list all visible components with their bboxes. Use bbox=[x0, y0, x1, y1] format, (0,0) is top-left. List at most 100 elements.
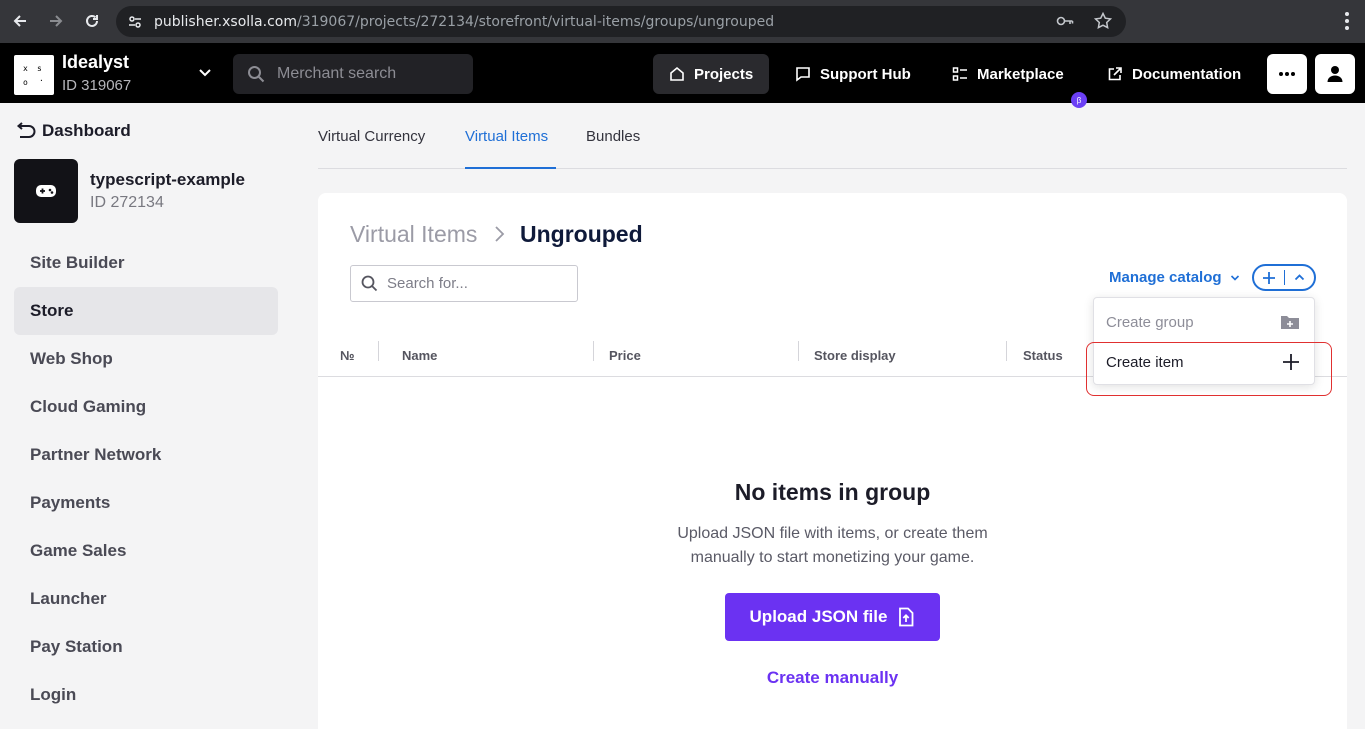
gamepad-icon bbox=[36, 185, 56, 197]
nav-marketplace-label: Marketplace bbox=[977, 65, 1064, 83]
url-text: publisher.xsolla.com/319067/projects/272… bbox=[154, 14, 774, 30]
app-header: x s o . Idealyst ID 319067 Merchant sear… bbox=[0, 43, 1365, 108]
svg-text:s: s bbox=[37, 64, 42, 73]
reload-button[interactable] bbox=[74, 3, 110, 39]
xsolla-logo-icon: x s o . bbox=[23, 64, 44, 87]
file-upload-icon bbox=[899, 607, 914, 627]
add-split-button bbox=[1252, 264, 1316, 291]
page-title: Ungrouped bbox=[520, 221, 643, 247]
project-name: typescript-example bbox=[90, 170, 245, 189]
sidebar-item-payments[interactable]: Payments bbox=[14, 479, 278, 527]
user-profile-button[interactable] bbox=[1315, 54, 1355, 94]
address-bar[interactable]: publisher.xsolla.com/319067/projects/272… bbox=[116, 6, 1126, 37]
empty-state-text: Upload JSON file with items, or create t… bbox=[677, 525, 988, 566]
org-name: Idealyst bbox=[62, 52, 130, 72]
nav-documentation-label: Documentation bbox=[1132, 65, 1242, 83]
sidebar-item-site-builder[interactable]: Site Builder bbox=[14, 239, 278, 287]
star-icon[interactable] bbox=[1094, 12, 1112, 30]
vertical-dots-icon bbox=[1345, 12, 1349, 30]
sidebar-item-web-shop[interactable]: Web Shop bbox=[14, 335, 278, 383]
create-manually-link[interactable]: Create manually bbox=[318, 668, 1347, 688]
tab-virtual-currency[interactable]: Virtual Currency bbox=[318, 128, 425, 145]
column-name[interactable]: Name bbox=[402, 348, 437, 363]
merchant-search-placeholder: Merchant search bbox=[277, 65, 397, 82]
tab-bundles[interactable]: Bundles bbox=[586, 128, 640, 145]
column-number[interactable]: № bbox=[340, 348, 355, 363]
add-menu-toggle[interactable] bbox=[1285, 266, 1315, 289]
merchant-search-input[interactable]: Merchant search bbox=[233, 54, 473, 94]
store-tabs: Virtual Currency Virtual Items Bundles bbox=[318, 103, 1347, 169]
upload-json-button[interactable]: Upload JSON file bbox=[725, 593, 940, 641]
search-icon bbox=[248, 66, 265, 83]
nav-support-hub[interactable]: Support Hub bbox=[779, 54, 927, 94]
home-icon bbox=[670, 66, 684, 81]
manage-catalog-button[interactable]: Manage catalog bbox=[1109, 269, 1240, 286]
sidebar-item-pay-station[interactable]: Pay Station bbox=[14, 623, 278, 671]
column-divider bbox=[593, 341, 594, 361]
plus-icon bbox=[1262, 271, 1275, 284]
project-avatar bbox=[14, 159, 78, 223]
nav-projects[interactable]: Projects bbox=[653, 54, 770, 94]
more-button[interactable] bbox=[1267, 54, 1307, 94]
column-status[interactable]: Status bbox=[1023, 348, 1063, 363]
nav-documentation[interactable]: Documentation bbox=[1091, 54, 1257, 94]
external-link-icon bbox=[1108, 67, 1122, 81]
svg-text:x: x bbox=[23, 64, 28, 73]
folder-add-icon bbox=[1281, 316, 1299, 329]
svg-text:.: . bbox=[39, 74, 44, 83]
breadcrumb-separator bbox=[493, 225, 505, 248]
reload-icon bbox=[86, 14, 98, 27]
sidebar-item-login[interactable]: Login bbox=[14, 671, 278, 719]
manage-catalog-label: Manage catalog bbox=[1109, 269, 1222, 286]
back-button[interactable] bbox=[2, 3, 38, 39]
user-icon bbox=[1327, 66, 1343, 82]
sidebar-item-partner-network[interactable]: Partner Network bbox=[14, 431, 278, 479]
browser-menu-button[interactable] bbox=[1337, 10, 1357, 37]
column-store-display[interactable]: Store display bbox=[814, 348, 896, 363]
url-host: publisher.xsolla.com bbox=[154, 13, 297, 30]
chevron-up-icon bbox=[1294, 274, 1304, 281]
create-group-menu-item[interactable]: Create group bbox=[1094, 302, 1314, 342]
browser-toolbar: publisher.xsolla.com/319067/projects/272… bbox=[0, 0, 1365, 43]
chevron-down-icon bbox=[1230, 274, 1239, 281]
svg-text:o: o bbox=[23, 78, 28, 87]
forward-button[interactable] bbox=[38, 3, 74, 39]
sidebar-item-launcher[interactable]: Launcher bbox=[14, 575, 278, 623]
more-dots-icon bbox=[1279, 72, 1295, 76]
column-divider bbox=[1006, 341, 1007, 361]
nav-marketplace[interactable]: Marketplace bbox=[936, 54, 1080, 94]
nav-support-hub-label: Support Hub bbox=[820, 65, 911, 83]
back-arrow-icon bbox=[16, 122, 36, 138]
sidebar-item-game-sales[interactable]: Game Sales bbox=[14, 527, 278, 575]
items-search-input[interactable]: Search for... bbox=[350, 265, 578, 302]
upload-json-label: Upload JSON file bbox=[749, 607, 888, 626]
list-icon bbox=[952, 67, 967, 81]
search-icon bbox=[361, 275, 378, 292]
project-id: ID 272134 bbox=[90, 194, 164, 211]
tab-virtual-items[interactable]: Virtual Items bbox=[465, 128, 548, 145]
chat-icon bbox=[796, 67, 810, 82]
items-search-placeholder: Search for... bbox=[387, 275, 468, 292]
column-divider bbox=[378, 341, 379, 361]
chevron-right-icon bbox=[495, 226, 505, 242]
sidebar-item-store[interactable]: Store bbox=[14, 287, 278, 335]
column-price[interactable]: Price bbox=[609, 348, 641, 363]
site-info-icon bbox=[129, 15, 141, 28]
url-path: /319067/projects/272134/storefront/virtu… bbox=[296, 13, 775, 30]
sidebar-item-cloud-gaming[interactable]: Cloud Gaming bbox=[14, 383, 278, 431]
org-id: ID 319067 bbox=[62, 77, 132, 94]
company-logo[interactable]: x s o . bbox=[14, 55, 54, 95]
empty-state-title: No items in group bbox=[734, 479, 931, 505]
dashboard-label: Dashboard bbox=[42, 121, 131, 140]
active-tab-indicator bbox=[465, 167, 556, 169]
breadcrumb-virtual-items[interactable]: Virtual Items bbox=[350, 221, 477, 248]
highlight-annotation bbox=[1086, 342, 1332, 396]
add-button[interactable] bbox=[1254, 266, 1284, 289]
key-icon[interactable] bbox=[1056, 12, 1074, 30]
arrow-right-icon bbox=[50, 15, 63, 27]
content-card: Virtual Items Ungrouped Search for... Ma… bbox=[318, 193, 1347, 729]
column-divider bbox=[798, 341, 799, 361]
dashboard-link[interactable]: Dashboard bbox=[14, 121, 131, 141]
create-group-label: Create group bbox=[1106, 313, 1194, 331]
org-switcher-button[interactable] bbox=[198, 65, 212, 84]
